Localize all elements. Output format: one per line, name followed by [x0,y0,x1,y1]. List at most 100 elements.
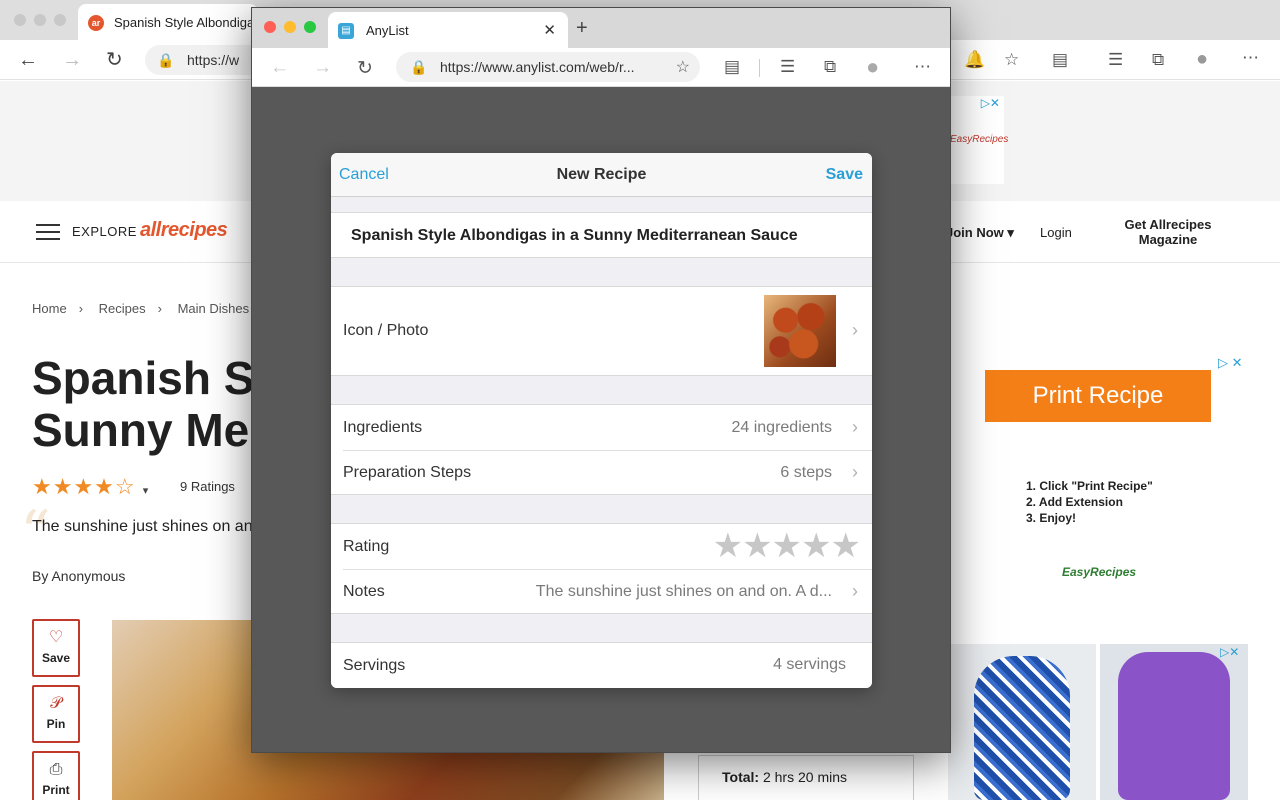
anylist-address-bar[interactable]: 🔒 https://www.anylist.com/web/r... ☆ [396,52,700,82]
lock-icon: 🔒 [157,52,175,68]
recipe-title-line-1: Spanish Sty [32,352,272,404]
rating-notes-group: Rating ★★★★★ Notes The sunshine just shi… [331,523,872,614]
ad-close-icon[interactable]: ▷✕ [1220,645,1239,659]
reading-view-icon[interactable]: ▤ [1052,50,1068,70]
rating-star-5[interactable]: ★ [831,527,862,565]
zoom-window-button[interactable] [54,14,66,26]
purple-dress-image [1118,652,1230,800]
explore-link[interactable]: EXPLORE [72,224,137,239]
reload-icon[interactable]: ↻ [357,57,373,80]
favorites-list-icon[interactable]: ☰ [780,57,795,77]
rating-star-4[interactable]: ★ [801,527,832,565]
forward-icon[interactable]: → [313,57,332,79]
recipe-name-field[interactable]: Spanish Style Albondigas in a Sunny Medi… [331,212,872,258]
rating-star-1[interactable]: ★ [713,527,744,565]
print-recipe-ad-button[interactable]: Print Recipe [985,370,1211,422]
collections-icon[interactable]: ⧉ [1152,50,1164,70]
more-menu-icon[interactable]: ⋯ [914,57,931,77]
back-icon[interactable]: ← [18,50,38,70]
profile-avatar-icon[interactable]: ● [1196,48,1208,71]
hamburger-menu-icon[interactable] [36,224,60,240]
save-recipe-button[interactable]: ♡ Save [32,619,80,677]
background-tab[interactable]: ar Spanish Style Albondigas in a Sunny M… [78,4,258,40]
notes-row[interactable]: Notes The sunshine just shines on and on… [331,569,872,614]
rating-row: Rating ★★★★★ [331,524,872,569]
chevron-right-icon: › [852,320,858,340]
cancel-button[interactable]: Cancel [339,166,389,184]
magazine-link[interactable]: Get Allrecipes Magazine [1108,217,1228,247]
zoom-window-button[interactable] [304,21,316,33]
pin-button[interactable]: 𝒫 Pin [32,685,80,743]
rating-label: Rating [343,538,390,555]
recipe-description: The sunshine just shines on and on. [32,518,252,535]
allrecipes-logo[interactable]: allrecipes [140,219,228,242]
anylist-toolbar: ← → ↻ 🔒 https://www.anylist.com/web/r...… [252,48,950,87]
ad-step: 1. Click "Print Recipe" [1026,479,1153,493]
favorite-star-icon[interactable]: ☆ [1004,50,1019,70]
anylist-favicon-icon: ▤ [338,23,354,39]
rating-star-3[interactable]: ★ [772,527,803,565]
rating-star-2[interactable]: ★ [742,527,773,565]
more-menu-icon[interactable]: ⋯ [1242,48,1259,68]
dress-ad-image[interactable] [1100,644,1248,800]
favorite-star-icon[interactable]: ☆ [676,57,690,77]
reading-view-icon[interactable]: ▤ [724,57,740,77]
ratings-count[interactable]: 9 Ratings [180,479,235,494]
new-tab-icon[interactable]: + [576,17,588,40]
preparation-steps-count: 6 steps [780,464,832,481]
author-name[interactable]: Anonymous [51,568,125,584]
ingredients-label: Ingredients [343,419,423,436]
minimize-window-button[interactable] [34,14,46,26]
ad-close-icon[interactable]: ▷✕ [981,96,1000,110]
join-now-link[interactable]: Join Now ▾ [946,225,1014,241]
background-tab-title: Spanish Style Albondigas in a Sunny Medi… [114,15,254,30]
ingredients-row[interactable]: Ingredients 24 ingredients › [331,405,872,450]
login-link[interactable]: Login [1040,225,1072,240]
reload-icon[interactable]: ↻ [106,50,123,70]
notification-icon[interactable]: 🔔 [964,50,985,70]
close-tab-icon[interactable]: ✕ [543,21,556,39]
toolbar-divider [759,59,760,77]
back-icon[interactable]: ← [270,57,289,79]
total-value: 2 hrs 20 mins [762,769,848,785]
easyrecipes-ad-logo: EasyRecipes [1062,565,1137,579]
anylist-tab[interactable]: ▤ AnyList ✕ [328,12,568,48]
anylist-url-text: https://www.anylist.com/web/r... [440,59,635,75]
profile-avatar-icon[interactable]: ● [866,54,879,80]
ad-close-icon[interactable]: ▷ ✕ [1218,355,1243,371]
new-recipe-dialog: New Recipe Cancel Save Spanish Style Alb… [331,153,872,688]
save-button[interactable]: Save [826,166,863,184]
recipe-name-value: Spanish Style Albondigas in a Sunny Medi… [351,227,798,244]
background-url-text: https://w [187,52,240,68]
breadcrumb-recipes[interactable]: Recipes [99,301,146,316]
chevron-right-icon: › [157,301,162,316]
printer-icon: ⎙ [49,761,63,778]
collections-icon[interactable]: ⧉ [824,57,836,77]
by-prefix: By [32,568,49,584]
icon-photo-row[interactable]: Icon / Photo › [331,286,872,376]
servings-row[interactable]: Servings 4 servings [331,642,872,688]
preparation-steps-row[interactable]: Preparation Steps 6 steps › [331,450,872,495]
anylist-tab-strip: ▤ AnyList ✕ + [252,8,950,48]
breadcrumb-home[interactable]: Home [32,301,67,316]
anylist-window: ▤ AnyList ✕ + ← → ↻ 🔒 https://www.anylis… [251,7,951,753]
notes-label: Notes [343,583,385,600]
close-window-button[interactable] [14,14,26,26]
recipe-star-rating[interactable]: ★★★★☆ ▾ [32,474,149,500]
breadcrumb: Home › Recipes › Main Dishes [32,301,261,316]
top-ad[interactable]: ▷✕ EasyRecipes [948,96,1008,184]
dialog-title: New Recipe [556,166,647,183]
background-address-bar[interactable]: 🔒 https://w [145,45,265,75]
anylist-tab-title: AnyList [366,23,409,38]
servings-label: Servings [343,657,406,674]
print-button[interactable]: ⎙ Print [32,751,80,800]
close-window-button[interactable] [264,21,276,33]
breadcrumb-main-dishes[interactable]: Main Dishes [178,301,250,316]
forward-icon[interactable]: → [62,50,82,70]
favorites-list-icon[interactable]: ☰ [1108,50,1123,70]
ingredients-count: 24 ingredients [731,419,832,436]
dress-ad-image[interactable] [948,644,1096,800]
chevron-right-icon: › [78,301,84,316]
minimize-window-button[interactable] [284,21,296,33]
rating-stars-input[interactable]: ★★★★★ [713,527,862,565]
